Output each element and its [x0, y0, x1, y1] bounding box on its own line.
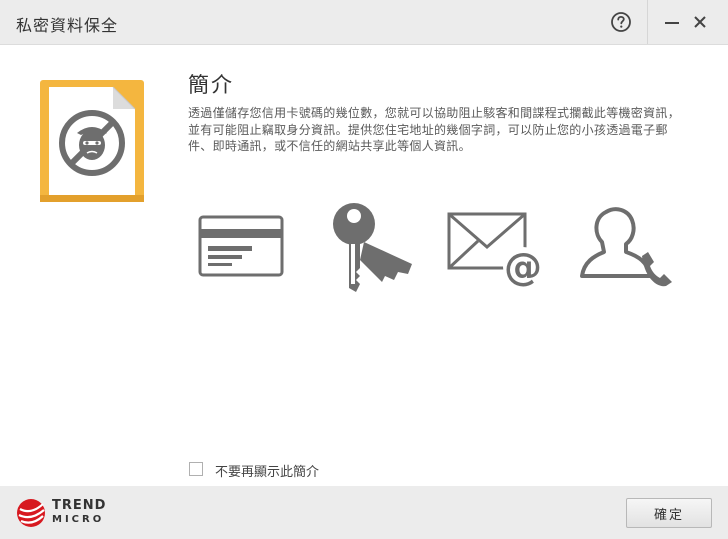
window-title: 私密資料保全	[16, 16, 119, 35]
titlebar-divider	[647, 0, 648, 44]
svg-text:@: @	[504, 245, 542, 287]
page-title: 簡介	[188, 73, 234, 97]
minimize-icon	[665, 22, 679, 24]
brand-line2: MICRO	[52, 514, 105, 525]
close-button[interactable]	[688, 10, 712, 34]
question-circle-icon	[611, 12, 631, 32]
close-icon	[694, 16, 706, 28]
ok-button[interactable]: 確定	[626, 498, 712, 528]
privacy-thief-icon	[40, 80, 144, 202]
intro-description: 透過僅儲存您信用卡號碼的幾位數，您就可以協助阻止駭客和間諜程式攔截此等機密資訊，…	[188, 106, 681, 153]
footer-bar: TREND MICRO 確定	[0, 486, 728, 539]
privacy-intro-window: 私密資料保全 簡介 透過僅儲存您信用卡號碼的幾位數，您就可以協助阻止駭客和間諜程…	[0, 0, 728, 539]
help-button[interactable]	[609, 10, 633, 34]
dont-show-again-label: 不要再顯示此簡介	[215, 465, 320, 480]
dont-show-again-checkbox[interactable]	[189, 462, 203, 476]
trend-micro-logo	[17, 499, 45, 527]
brand-line1: TREND	[52, 498, 107, 513]
minimize-button[interactable]	[660, 10, 684, 34]
credit-card-icon	[198, 215, 284, 277]
brand-wordmark: TREND MICRO	[52, 498, 107, 526]
email-at-icon: @	[447, 212, 543, 287]
intro-content-panel: 簡介 透過僅儲存您信用卡號碼的幾位數，您就可以協助阻止駭客和間諜程式攔截此等機密…	[0, 44, 728, 486]
title-bar: 私密資料保全	[0, 0, 728, 44]
key-icon	[333, 203, 412, 292]
contact-phone-icon	[580, 207, 672, 287]
